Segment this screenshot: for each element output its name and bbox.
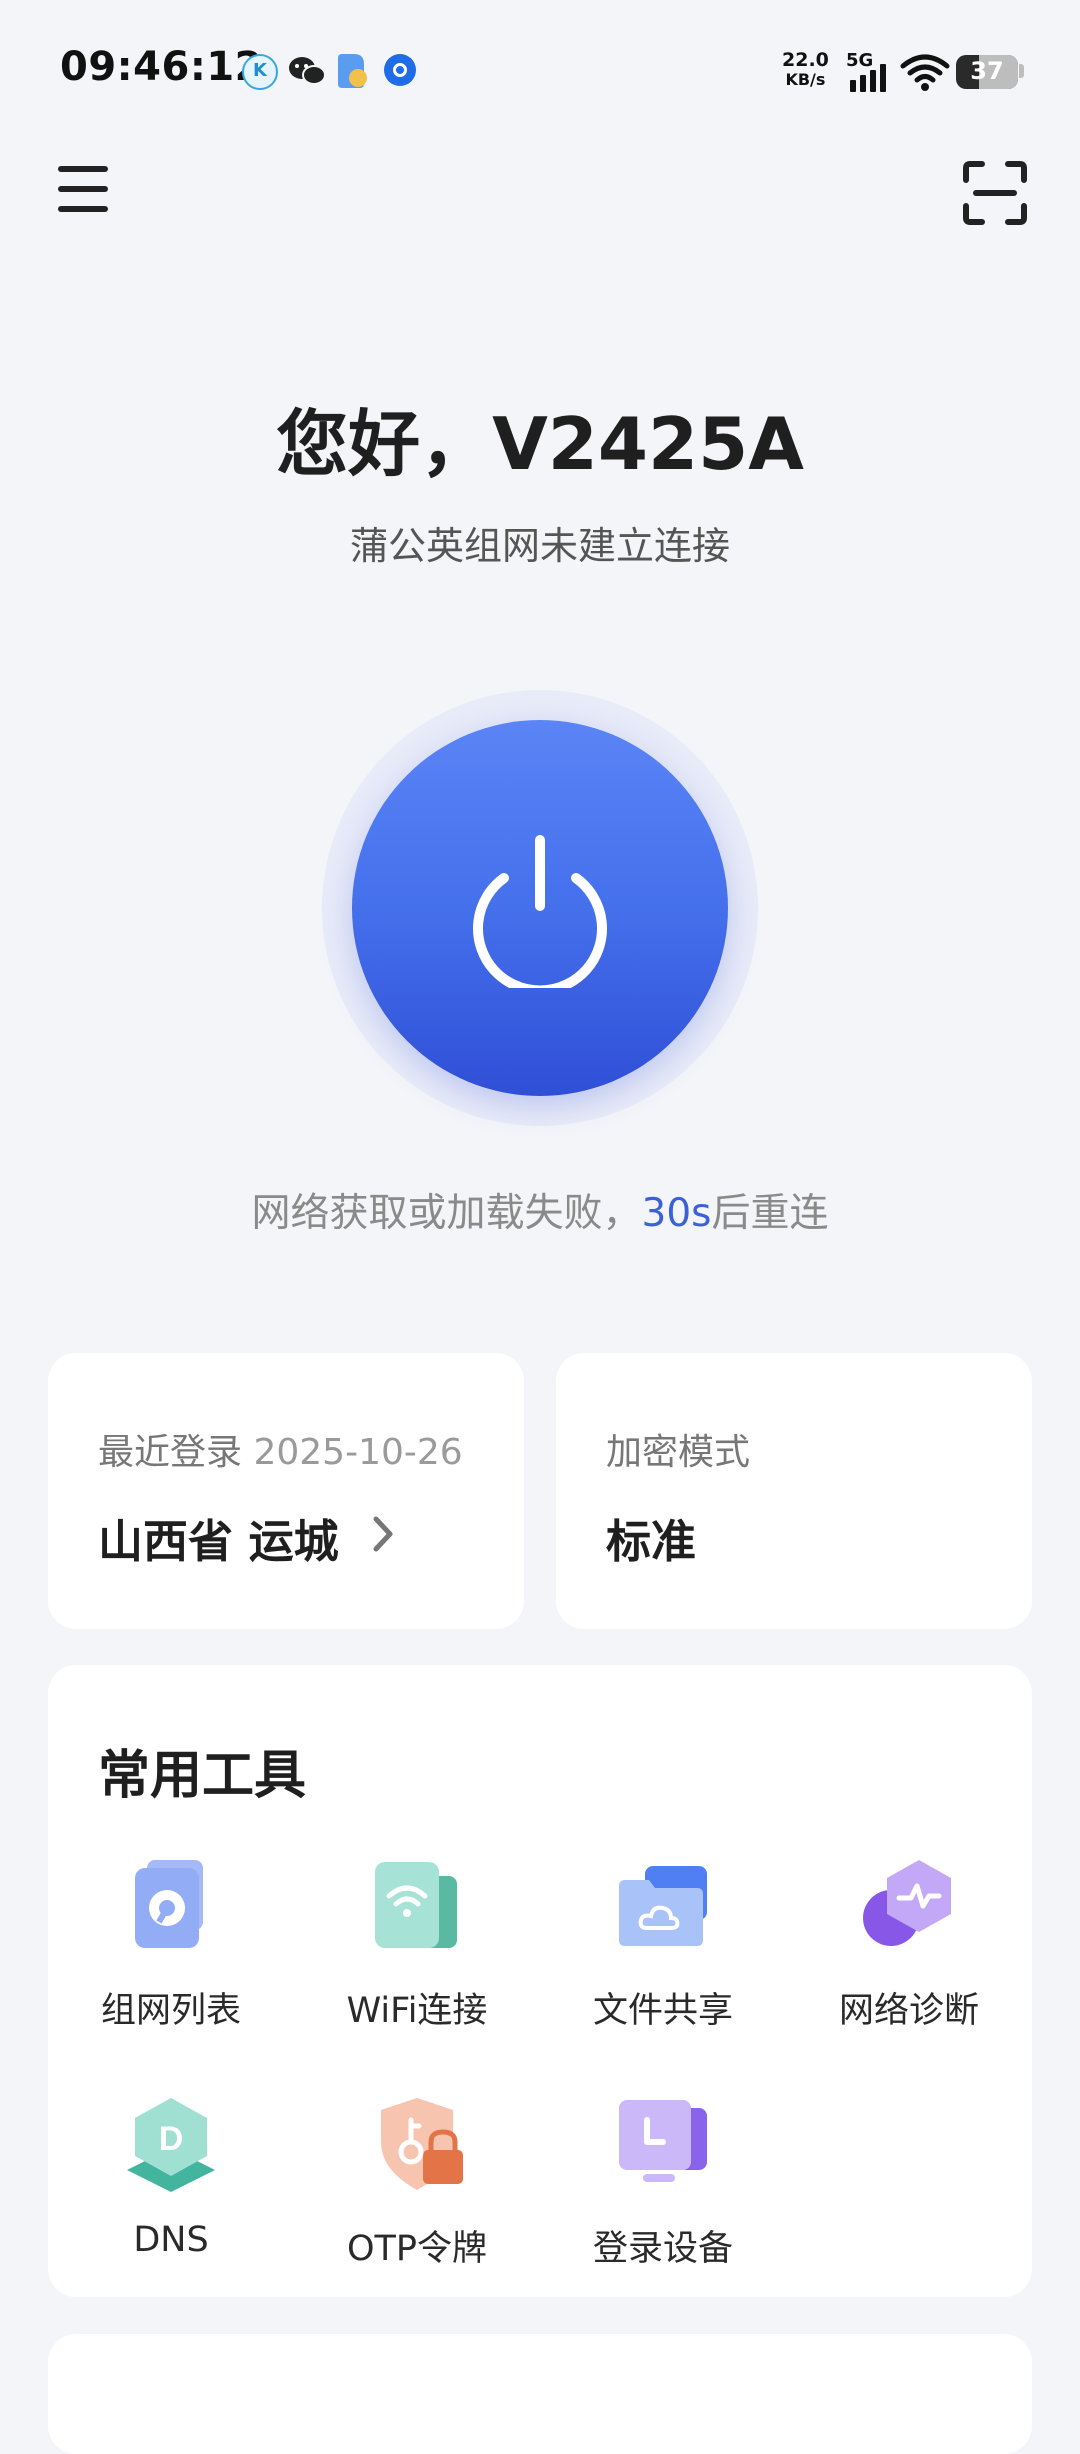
reconnect-status: 网络获取或加载失败，30s后重连 xyxy=(0,1182,1080,1238)
menu-button[interactable] xyxy=(58,166,110,212)
diagnosis-icon xyxy=(859,1856,959,1956)
otp-shield-icon xyxy=(367,2094,467,2194)
reconnect-suffix: 后重连 xyxy=(711,1191,829,1236)
tool-label: 网络诊断 xyxy=(838,1991,979,2031)
tool-wifi-connect[interactable]: WiFi连接 xyxy=(294,1856,540,2031)
tool-label: WiFi连接 xyxy=(346,1991,488,2031)
tool-otp-token[interactable]: OTP令牌 xyxy=(294,2094,540,2269)
browser-app-icon xyxy=(384,54,416,86)
encryption-mode-value: 标准 xyxy=(606,1515,697,1568)
k-app-icon: K xyxy=(242,54,278,90)
reconnect-countdown: 30s xyxy=(641,1191,712,1236)
net-speed-value: 22.0 xyxy=(782,49,829,71)
net-speed: 22.0 KB/s xyxy=(782,50,829,90)
tool-label: DNS xyxy=(133,2220,209,2260)
recent-login-label-row: 最近登录 2025-10-26 xyxy=(98,1423,463,1475)
greeting-title: 您好，V2425A xyxy=(276,402,804,486)
chevron-right-icon xyxy=(368,1511,398,1557)
encryption-mode-label: 加密模式 xyxy=(606,1432,751,1473)
signal-icon xyxy=(848,64,888,92)
recent-login-location: 山西省 运城 xyxy=(98,1515,339,1568)
battery-icon: 37 xyxy=(956,55,1018,89)
menu-icon xyxy=(58,166,108,172)
tools-title: 常用工具 xyxy=(98,1746,307,1806)
recent-login-label: 最近登录 xyxy=(98,1432,243,1473)
wifi-icon xyxy=(367,1856,467,1956)
recent-login-date: 2025-10-26 xyxy=(253,1432,463,1473)
files-app-icon xyxy=(334,52,370,90)
net-speed-unit: KB/s xyxy=(785,70,826,89)
encryption-mode-card: 加密模式 标准 xyxy=(556,1353,1032,1629)
scan-button[interactable] xyxy=(962,160,1028,226)
status-time: 09:46:12 xyxy=(60,44,263,90)
tool-label: 登录设备 xyxy=(592,2229,733,2269)
network-list-icon xyxy=(121,1856,221,1956)
next-card xyxy=(48,2334,1032,2454)
login-device-icon xyxy=(613,2094,713,2194)
battery-tip xyxy=(1019,64,1024,78)
scan-icon xyxy=(963,161,1027,225)
tool-dns[interactable]: D DNS xyxy=(48,2094,294,2264)
svg-text:D: D xyxy=(159,2120,184,2158)
recent-login-card[interactable]: 最近登录 2025-10-26 山西省 运城 xyxy=(48,1353,524,1629)
wechat-icon xyxy=(288,54,326,88)
wifi-status-icon xyxy=(900,54,950,92)
tool-file-share[interactable]: 文件共享 xyxy=(540,1856,786,2031)
reconnect-message: 网络获取或加载失败， xyxy=(251,1191,642,1236)
power-icon xyxy=(468,828,612,996)
tool-label: 文件共享 xyxy=(592,1991,733,2031)
tool-network-diagnosis[interactable]: 网络诊断 xyxy=(786,1856,1032,2031)
tool-label: 组网列表 xyxy=(100,1991,241,2031)
cloud-folder-icon xyxy=(613,1856,713,1956)
tool-label: OTP令牌 xyxy=(346,2229,488,2269)
connection-status: 蒲公英组网未建立连接 xyxy=(349,524,730,568)
tool-network-list[interactable]: 组网列表 xyxy=(48,1856,294,2031)
battery-level: 37 xyxy=(970,57,1004,85)
dns-icon: D xyxy=(121,2094,221,2194)
tool-login-devices[interactable]: 登录设备 xyxy=(540,2094,786,2269)
